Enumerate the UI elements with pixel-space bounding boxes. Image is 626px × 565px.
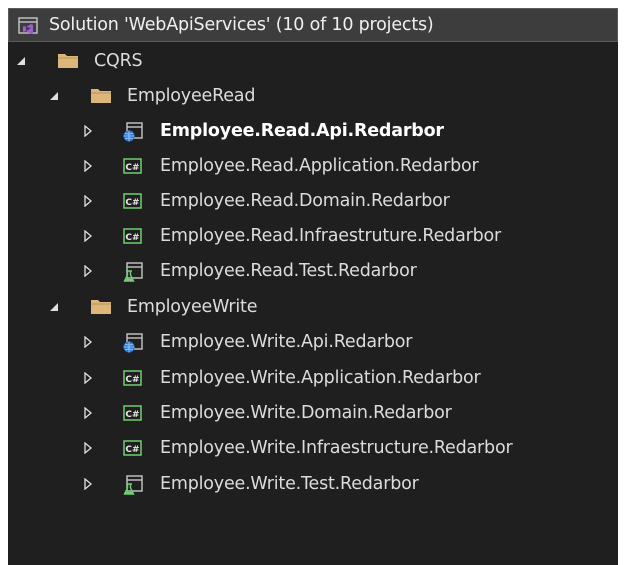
csharp-project-icon: C# <box>122 226 142 246</box>
folder-icon <box>90 86 111 106</box>
project-label: Employee.Read.Domain.Redarbor <box>160 191 450 211</box>
csharp-project-icon: C# <box>122 438 142 458</box>
svg-text:C#: C# <box>125 375 139 385</box>
solution-node[interactable]: Solution 'WebApiServices' (10 of 10 proj… <box>8 8 618 42</box>
project-label: Employee.Write.Api.Redarbor <box>160 332 413 352</box>
folder-icon <box>57 51 78 71</box>
csharp-project-icon: C# <box>122 403 142 423</box>
folder-cqrs[interactable]: CQRS <box>8 44 618 78</box>
expanded-arrow-icon[interactable] <box>14 44 28 78</box>
test-project-icon <box>122 261 143 282</box>
project-node[interactable]: C# Employee.Read.Domain.Redarbor <box>8 184 618 218</box>
collapsed-arrow-icon[interactable] <box>81 325 95 359</box>
collapsed-arrow-icon[interactable] <box>81 431 95 465</box>
folder-employee-read[interactable]: EmployeeRead <box>8 79 618 113</box>
svg-text:C#: C# <box>125 445 139 455</box>
project-label: Employee.Write.Infraestructure.Redarbor <box>160 438 513 458</box>
solution-title: Solution 'WebApiServices' (10 of 10 proj… <box>49 15 434 35</box>
csharp-project-icon: C# <box>122 191 142 211</box>
project-node[interactable]: Employee.Read.Api.Redarbor <box>8 114 618 148</box>
project-label: Employee.Read.Application.Redarbor <box>160 156 479 176</box>
project-label: Employee.Write.Application.Redarbor <box>160 368 481 388</box>
svg-text:C#: C# <box>125 198 139 208</box>
project-node[interactable]: C# Employee.Write.Application.Redarbor <box>8 361 618 395</box>
web-project-icon <box>122 121 143 142</box>
collapsed-arrow-icon[interactable] <box>81 149 95 183</box>
project-node[interactable]: Employee.Write.Api.Redarbor <box>8 325 618 359</box>
web-project-icon <box>122 332 143 353</box>
collapsed-arrow-icon[interactable] <box>81 184 95 218</box>
project-node[interactable]: C# Employee.Read.Application.Redarbor <box>8 149 618 183</box>
folder-label: EmployeeRead <box>127 86 256 106</box>
project-node[interactable]: Employee.Write.Test.Redarbor <box>8 467 618 501</box>
project-node[interactable]: Employee.Read.Test.Redarbor <box>8 254 618 288</box>
csharp-project-icon: C# <box>122 156 142 176</box>
csharp-project-icon: C# <box>122 368 142 388</box>
folder-label: CQRS <box>94 51 143 71</box>
project-label: Employee.Read.Test.Redarbor <box>160 261 417 281</box>
expanded-arrow-icon[interactable] <box>47 79 61 113</box>
folder-label: EmployeeWrite <box>127 297 258 317</box>
collapsed-arrow-icon[interactable] <box>81 396 95 430</box>
expanded-arrow-icon[interactable] <box>47 290 61 324</box>
project-node[interactable]: C# Employee.Read.Infraestruture.Redarbor <box>8 219 618 253</box>
svg-text:C#: C# <box>125 410 139 420</box>
collapsed-arrow-icon[interactable] <box>81 361 95 395</box>
project-label: Employee.Read.Infraestruture.Redarbor <box>160 226 502 246</box>
collapsed-arrow-icon[interactable] <box>81 114 95 148</box>
folder-icon <box>90 297 111 317</box>
svg-text:C#: C# <box>125 233 139 243</box>
project-label: Employee.Write.Test.Redarbor <box>160 474 419 494</box>
project-node[interactable]: C# Employee.Write.Domain.Redarbor <box>8 396 618 430</box>
collapsed-arrow-icon[interactable] <box>81 219 95 253</box>
collapsed-arrow-icon[interactable] <box>81 254 95 288</box>
test-project-icon <box>122 474 143 495</box>
folder-employee-write[interactable]: EmployeeWrite <box>8 290 618 324</box>
solution-icon <box>17 15 39 37</box>
project-node[interactable]: C# Employee.Write.Infraestructure.Redarb… <box>8 431 618 465</box>
svg-text:C#: C# <box>125 163 139 173</box>
project-label: Employee.Read.Api.Redarbor <box>160 121 444 141</box>
solution-explorer: Solution 'WebApiServices' (10 of 10 proj… <box>8 8 618 565</box>
collapsed-arrow-icon[interactable] <box>81 467 95 501</box>
project-label: Employee.Write.Domain.Redarbor <box>160 403 452 423</box>
